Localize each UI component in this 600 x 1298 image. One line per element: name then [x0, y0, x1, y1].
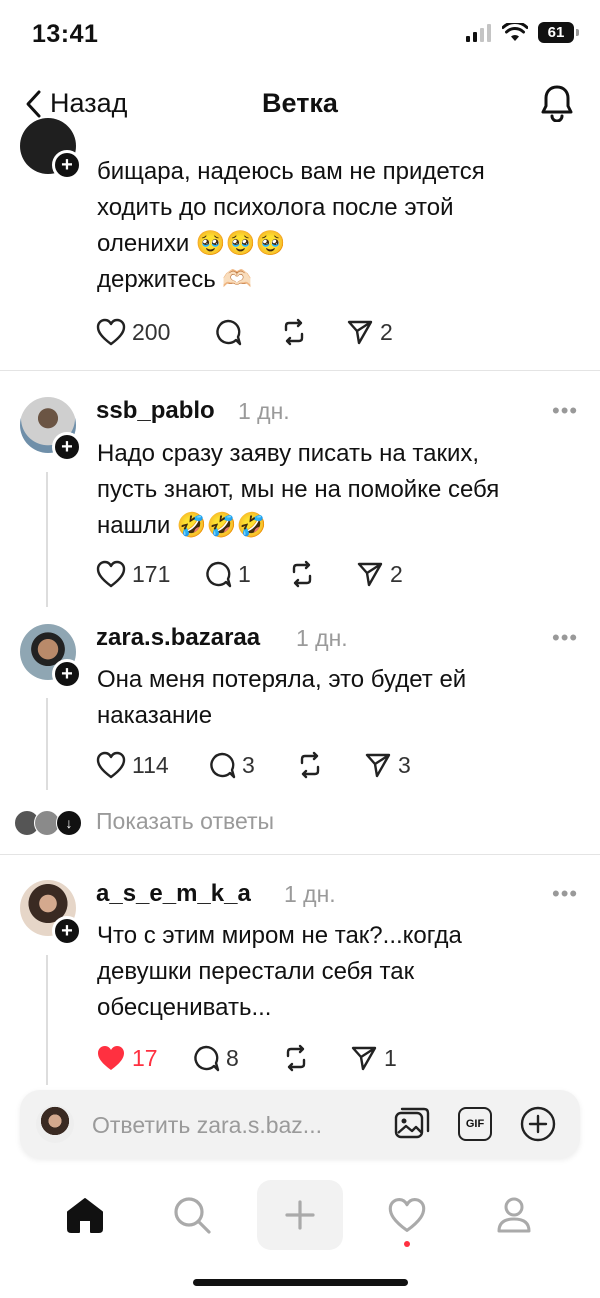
comment-icon [194, 1045, 220, 1072]
repost-icon [300, 751, 320, 779]
post-username[interactable]: zara.s.bazaraa [96, 624, 260, 652]
battery-icon: 61 [538, 22, 579, 43]
reply-composer[interactable]: Ответить zara.s.baz... GIF [20, 1090, 580, 1158]
chevron-left-icon [26, 90, 41, 117]
gif-icon: GIF [465, 1118, 485, 1130]
post-actions: 17 8 1 [96, 1044, 397, 1072]
gif-button[interactable]: GIF [458, 1107, 492, 1141]
repost-button[interactable] [296, 751, 364, 779]
comment-icon [206, 561, 232, 588]
show-replies-button[interactable]: Показать ответы [96, 808, 274, 835]
send-icon [365, 753, 391, 778]
signal-icon [466, 23, 491, 42]
like-button[interactable]: 200 [96, 318, 214, 346]
repost-icon [292, 560, 312, 588]
repost-icon [284, 318, 304, 346]
notification-dot [404, 1241, 410, 1247]
post-actions: 114 3 3 [96, 751, 411, 779]
post-username[interactable]: a_s_e_m_k_a [96, 880, 251, 908]
post-text: бищара, надеюсь вам не придется ходить д… [97, 158, 485, 293]
share-button[interactable]: 3 [364, 751, 411, 779]
follow-plus-button[interactable]: + [52, 432, 82, 462]
like-button[interactable]: 171 [96, 560, 204, 588]
reply-button[interactable]: 8 [192, 1044, 282, 1072]
home-icon [67, 1198, 103, 1233]
heart-filled-icon [98, 1046, 124, 1070]
share-button[interactable]: 1 [350, 1044, 397, 1072]
send-icon [347, 320, 373, 345]
image-button[interactable] [394, 1107, 430, 1146]
bell-icon [541, 85, 573, 123]
thread-line [46, 472, 48, 607]
plus-circle-icon [520, 1106, 556, 1142]
home-indicator [193, 1279, 408, 1286]
more-options-button[interactable]: ••• [552, 398, 578, 424]
reply-button[interactable]: 1 [204, 560, 288, 588]
thread-line [46, 698, 48, 790]
comment-icon [210, 752, 236, 779]
share-button[interactable]: 2 [346, 318, 393, 346]
image-icon [394, 1107, 430, 1139]
notifications-button[interactable] [540, 84, 574, 127]
follow-plus-button[interactable]: + [52, 150, 82, 180]
profile-icon [497, 1197, 531, 1233]
wifi-icon [502, 23, 528, 41]
post-username[interactable]: ssb_pablo [96, 397, 215, 425]
plus-icon [285, 1200, 315, 1230]
post-time: 1 дн. [296, 625, 348, 651]
heart-icon [96, 751, 126, 779]
thread-line [46, 955, 48, 1085]
reply-avatars: ↓ [14, 810, 84, 836]
add-button[interactable] [520, 1106, 556, 1147]
repost-icon [286, 1044, 306, 1072]
send-icon [351, 1046, 377, 1071]
repost-button[interactable] [282, 1044, 350, 1072]
share-button[interactable]: 2 [356, 560, 403, 588]
post-text: Что с этим миром не так?...когда девушки… [97, 922, 462, 1021]
tab-activity[interactable] [364, 1180, 450, 1250]
follow-plus-button[interactable]: + [52, 659, 82, 689]
repost-button[interactable] [288, 560, 356, 588]
divider [0, 854, 600, 855]
chevron-down-icon: ↓ [56, 810, 82, 836]
post-text: Надо сразу заяву писать на таких, пусть … [97, 440, 500, 539]
heart-icon [96, 560, 126, 588]
status-time: 13:41 [32, 20, 99, 48]
back-button[interactable]: Назад [24, 88, 127, 119]
heart-icon [388, 1198, 426, 1232]
search-icon [174, 1197, 211, 1234]
reply-input[interactable]: Ответить zara.s.baz... [92, 1112, 322, 1139]
tab-profile[interactable] [471, 1180, 557, 1250]
tab-home[interactable] [42, 1180, 128, 1250]
back-label: Назад [50, 88, 128, 118]
follow-plus-button[interactable]: + [52, 916, 82, 946]
like-button[interactable]: 114 [96, 751, 208, 779]
post-time: 1 дн. [284, 881, 336, 907]
more-options-button[interactable]: ••• [552, 881, 578, 907]
more-options-button[interactable]: ••• [552, 625, 578, 651]
status-icons: 61 [466, 22, 579, 43]
reply-button[interactable]: 3 [208, 751, 296, 779]
tab-create[interactable] [257, 1180, 343, 1250]
send-icon [357, 562, 383, 587]
avatar [36, 1105, 74, 1143]
post-actions: 200 2 [96, 318, 393, 346]
post-actions: 171 1 2 [96, 560, 403, 588]
heart-icon [96, 318, 126, 346]
tab-search[interactable] [149, 1180, 235, 1250]
divider [0, 370, 600, 371]
reply-button[interactable] [214, 318, 280, 346]
comment-icon [216, 319, 242, 346]
post-text: Она меня потеряла, это будет ей наказани… [97, 666, 467, 729]
post-time: 1 дн. [238, 398, 290, 424]
like-button[interactable]: 17 [96, 1044, 192, 1072]
repost-button[interactable] [280, 318, 346, 346]
